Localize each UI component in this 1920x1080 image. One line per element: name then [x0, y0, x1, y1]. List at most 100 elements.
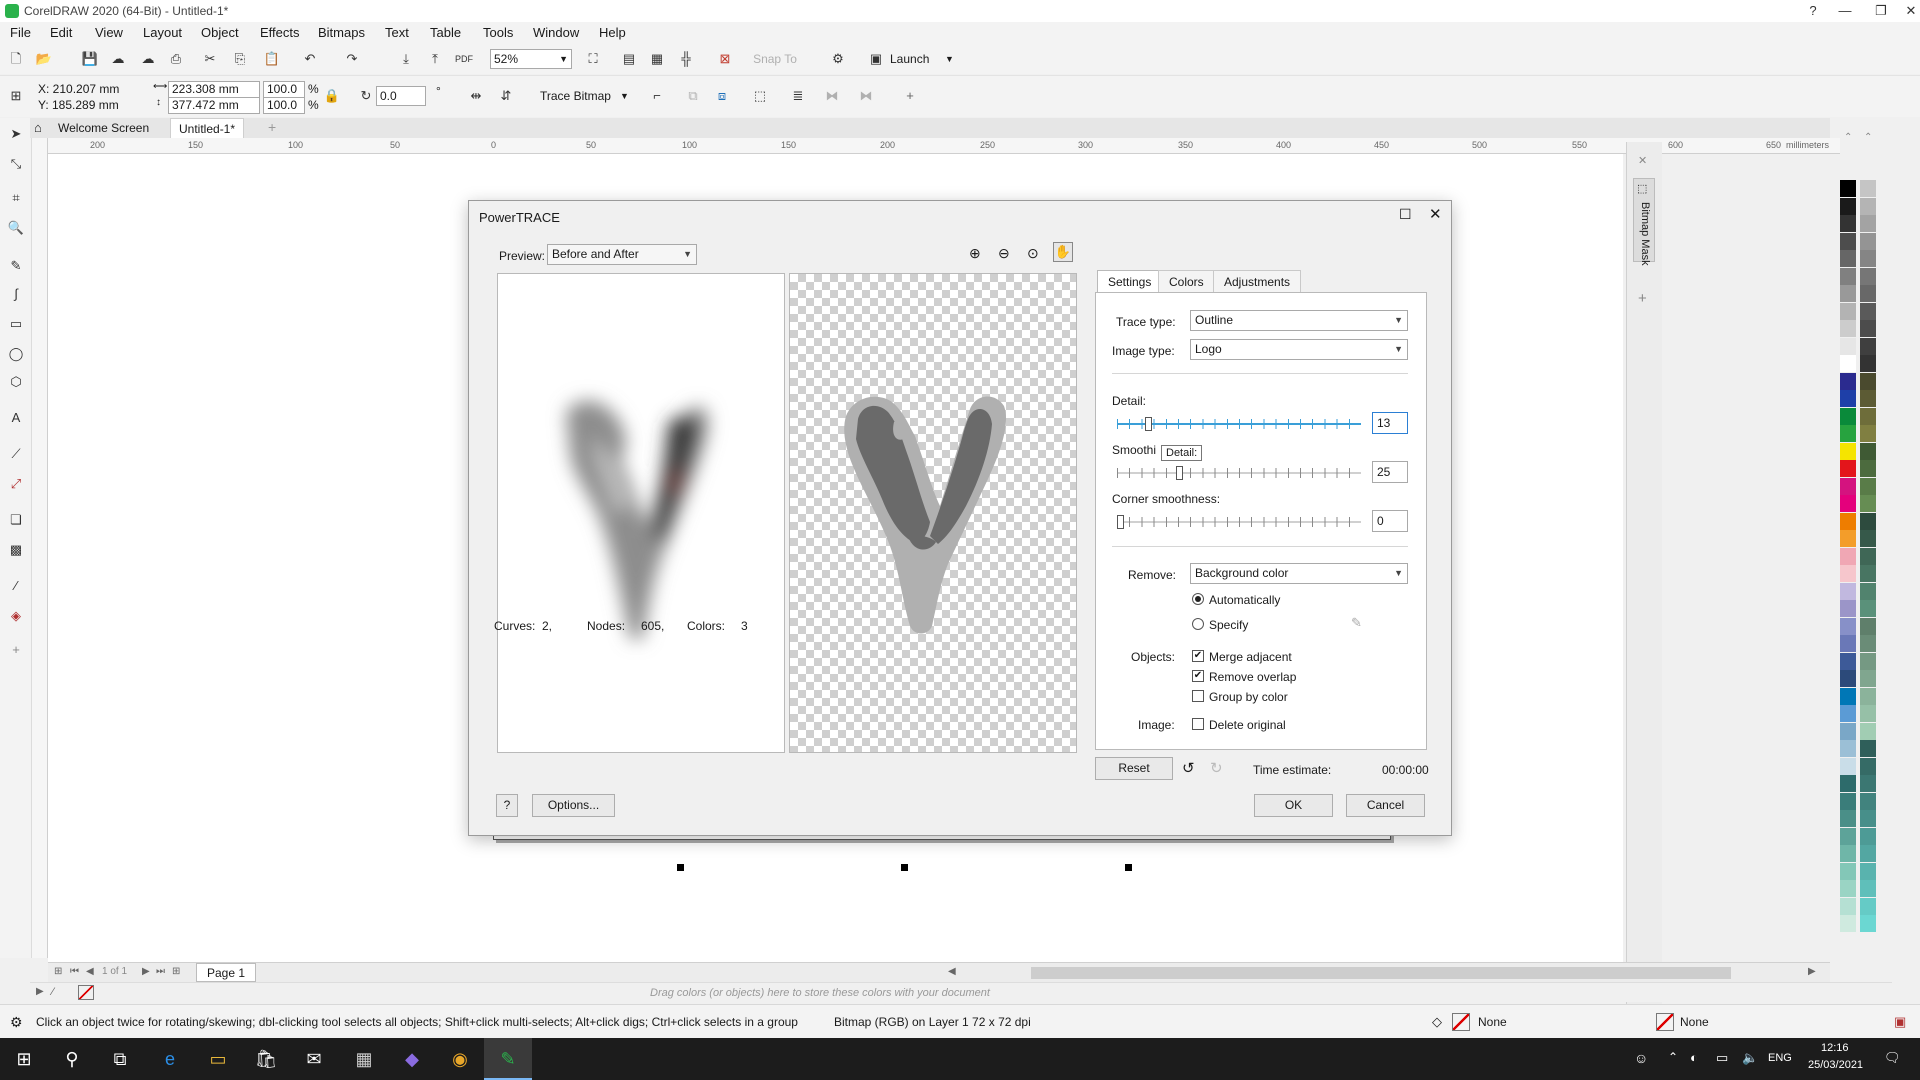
photos-app-icon[interactable]: ▦ — [340, 1038, 388, 1080]
help-icon[interactable]: ? — [1798, 0, 1828, 22]
menu-view[interactable]: View — [95, 25, 123, 40]
rotate-icon[interactable]: ↻ — [356, 86, 376, 106]
store-icon[interactable]: 🛍 — [242, 1038, 290, 1080]
polygon-tool-icon[interactable]: ⬡ — [6, 372, 26, 392]
eyedropper-icon[interactable]: ✎ — [1351, 615, 1362, 631]
file-explorer-icon[interactable]: ▭ — [194, 1038, 242, 1080]
show-rulers-icon[interactable]: ▤ — [619, 49, 639, 69]
palette-swatch[interactable] — [1860, 442, 1876, 460]
scroll-right-icon[interactable]: ▶ — [1808, 966, 1816, 977]
publish-pdf-icon[interactable]: PDF — [454, 49, 474, 69]
pick-tool-icon[interactable]: ➤ — [6, 124, 26, 144]
network-icon[interactable]: ▭ — [1716, 1050, 1728, 1066]
cancel-button[interactable]: Cancel — [1346, 794, 1425, 817]
palette-swatch[interactable] — [1860, 722, 1876, 740]
lock-ratio-icon[interactable]: 🔒 — [322, 86, 342, 106]
tab-colors[interactable]: Colors — [1158, 270, 1215, 292]
trace-bitmap-button[interactable]: Trace Bitmap — [540, 89, 611, 103]
preview-mode-select[interactable]: Before and After ▼ — [547, 244, 697, 265]
detail-value-field[interactable]: 13 — [1372, 412, 1408, 434]
palette-swatch[interactable] — [1840, 302, 1856, 320]
palette-swatch[interactable] — [1860, 670, 1876, 687]
palette-swatch[interactable] — [1840, 775, 1856, 792]
print-icon[interactable]: ⎙ — [166, 49, 186, 69]
palette-swatch[interactable] — [1840, 372, 1856, 390]
palette-swatch[interactable] — [1860, 477, 1876, 495]
previous-page-icon[interactable]: ◀ — [86, 966, 94, 977]
menu-bitmaps[interactable]: Bitmaps — [318, 25, 365, 40]
menu-effects[interactable]: Effects — [260, 25, 300, 40]
add-icon[interactable]: + — [900, 86, 920, 106]
palette-swatch[interactable] — [1860, 355, 1876, 372]
scale-y-field[interactable]: 100.0 — [263, 97, 305, 114]
horizontal-ruler[interactable]: 200 150 100 50 0 50 100 150 200 250 300 … — [48, 138, 1840, 154]
palette-swatch[interactable] — [1860, 250, 1876, 267]
slider-thumb[interactable] — [1145, 417, 1153, 431]
tray-app-icon[interactable]: ◐ — [1690, 1050, 1698, 1065]
palette-swatch[interactable] — [1860, 740, 1876, 757]
palette-swatch[interactable] — [1840, 722, 1856, 740]
zoom-level-field[interactable]: 52% ▼ — [490, 49, 572, 69]
menu-window[interactable]: Window — [533, 25, 579, 40]
language-indicator[interactable]: ENG — [1768, 1052, 1792, 1064]
corner-smoothness-slider[interactable] — [1117, 513, 1361, 531]
before-preview-panel[interactable] — [497, 273, 785, 753]
menu-table[interactable]: Table — [430, 25, 461, 40]
show-grid-icon[interactable]: ▦ — [647, 49, 667, 69]
mirror-horizontal-icon[interactable]: ⇹ — [466, 86, 486, 106]
pan-hand-icon[interactable]: ✋ — [1053, 242, 1073, 262]
palette-swatch[interactable] — [1860, 180, 1876, 197]
next-page-icon[interactable]: ▶ — [142, 966, 150, 977]
palette-swatch[interactable] — [1860, 635, 1876, 652]
palette-swatch[interactable] — [1840, 180, 1856, 197]
palette-swatch[interactable] — [1860, 547, 1876, 565]
shape-tool-icon[interactable]: ⤡ — [6, 154, 26, 174]
palette-swatch[interactable] — [1840, 792, 1856, 810]
palette-swatch[interactable] — [1840, 740, 1856, 757]
palette-swatch[interactable] — [1840, 442, 1856, 460]
reset-button[interactable]: Reset — [1095, 757, 1173, 780]
new-document-icon[interactable]: 🗋 — [6, 49, 26, 69]
close-icon[interactable]: ✕ — [1638, 154, 1647, 167]
home-icon[interactable]: ⌂ — [34, 120, 42, 135]
tab-settings[interactable]: Settings — [1097, 270, 1163, 293]
palette-swatch[interactable] — [1840, 337, 1856, 355]
zoom-fit-icon[interactable]: ⊙ — [1027, 245, 1039, 262]
palette-swatch[interactable] — [1860, 845, 1876, 862]
palette-swatch[interactable] — [1840, 687, 1856, 705]
palette-swatch[interactable] — [1840, 617, 1856, 635]
cloud-import-icon[interactable]: ☁ — [108, 49, 128, 69]
palette-swatch[interactable] — [1860, 530, 1876, 547]
palette-swatch[interactable] — [1840, 547, 1856, 565]
settings-gear-icon[interactable]: ⚙ — [10, 1014, 23, 1031]
ok-button[interactable]: OK — [1254, 794, 1333, 817]
palette-swatch[interactable] — [1860, 232, 1876, 250]
options-gear-icon[interactable]: ⚙ — [828, 49, 848, 69]
launch-button[interactable]: Launch — [890, 52, 929, 66]
add-page-icon[interactable]: ⊞ — [172, 966, 180, 977]
menu-text[interactable]: Text — [385, 25, 409, 40]
palette-swatch[interactable] — [1840, 757, 1856, 775]
palette-swatch[interactable] — [1840, 215, 1856, 232]
palette-swatch[interactable] — [1840, 845, 1856, 862]
help-button[interactable]: ? — [496, 794, 518, 817]
copy-icon[interactable]: ⎘ — [230, 49, 250, 69]
selection-handle[interactable] — [677, 864, 684, 871]
palette-swatch[interactable] — [1860, 215, 1876, 232]
scale-x-field[interactable]: 100.0 — [263, 81, 305, 98]
resample-icon[interactable]: ⧈ — [712, 86, 732, 106]
paste-icon[interactable]: 📋 — [262, 49, 282, 69]
bitmap-bounds-icon[interactable]: ⬚ — [750, 86, 770, 106]
full-screen-preview-icon[interactable]: ⛶ — [583, 49, 603, 69]
slider-thumb[interactable] — [1176, 466, 1184, 480]
menu-help[interactable]: Help — [599, 25, 626, 40]
rectangle-tool-icon[interactable]: ▭ — [6, 314, 26, 334]
object-origin-icon[interactable]: ⊞ — [6, 86, 26, 106]
undo-icon[interactable]: ↺ — [1182, 759, 1195, 777]
palette-swatch[interactable] — [1860, 285, 1876, 302]
image-type-select[interactable]: Logo ▼ — [1190, 339, 1408, 360]
menu-edit[interactable]: Edit — [50, 25, 72, 40]
search-icon[interactable]: ⚲ — [48, 1038, 96, 1080]
scroll-left-icon[interactable]: ◀ — [948, 966, 956, 977]
crop-bitmap-icon[interactable]: ⌐ — [647, 86, 667, 106]
